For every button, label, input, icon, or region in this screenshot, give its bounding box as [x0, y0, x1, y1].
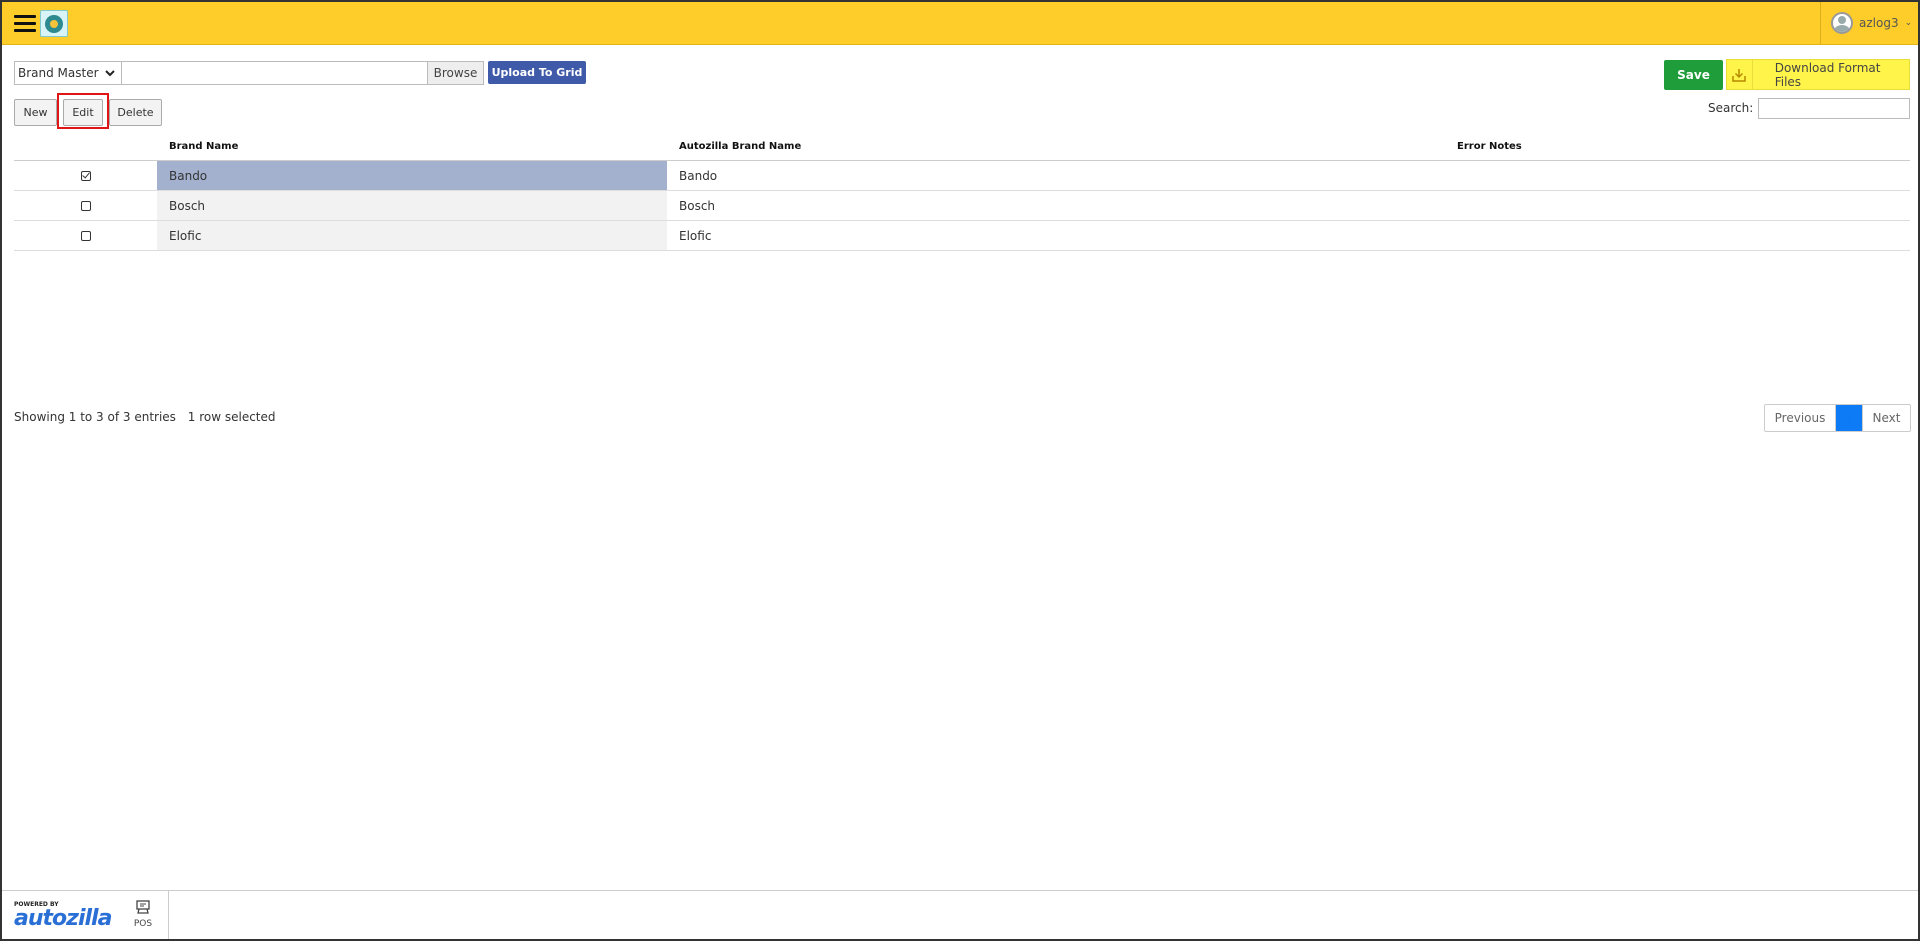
autozilla-brand-name-cell[interactable]: Elofic	[667, 221, 1445, 250]
table-row[interactable]: Bosch Bosch	[14, 191, 1910, 221]
search-input[interactable]	[1758, 98, 1910, 119]
row-select[interactable]	[14, 161, 157, 190]
chevron-down-icon	[105, 69, 115, 76]
error-notes-cell	[1445, 221, 1910, 250]
header-select	[14, 133, 157, 160]
app-frame: azlog3 ⌄ Brand Master Browse Upload To G…	[0, 0, 1920, 941]
bottom-divider	[168, 891, 169, 939]
autozilla-logo-text: autozilla	[14, 906, 112, 931]
new-button[interactable]: New	[14, 99, 57, 126]
autozilla-brand-name-cell[interactable]: Bosch	[667, 191, 1445, 220]
pos-nav-item[interactable]: POS	[128, 899, 158, 929]
header-autozilla-brand-name[interactable]: Autozilla Brand Name	[667, 133, 1445, 160]
bottom-bar: POWERED BY autozilla POS	[2, 890, 1918, 939]
checkbox[interactable]	[80, 200, 91, 211]
autozilla-brand-name-cell[interactable]: Bando	[667, 161, 1445, 190]
brand-name-cell[interactable]: Elofic	[157, 221, 667, 250]
download-format-files-button[interactable]: Download Format Files	[1726, 59, 1910, 90]
hamburger-icon[interactable]	[14, 15, 36, 33]
pagination: Previous 1 Next	[1764, 404, 1911, 432]
username: azlog3	[1859, 16, 1899, 30]
master-select[interactable]: Brand Master	[14, 61, 122, 85]
showing-entries-text: Showing 1 to 3 of 3 entries	[14, 410, 176, 424]
file-input[interactable]	[122, 61, 428, 85]
next-page-button[interactable]: Next	[1862, 405, 1910, 431]
checkbox[interactable]	[80, 230, 91, 241]
download-icon	[1727, 60, 1753, 89]
brand-name-cell[interactable]: Bando	[157, 161, 667, 190]
chevron-down-icon: ⌄	[1904, 18, 1913, 28]
top-bar: azlog3 ⌄	[2, 2, 1918, 45]
pos-register-icon	[136, 900, 150, 914]
search-label: Search:	[1708, 101, 1754, 115]
company-logo-icon	[40, 10, 68, 37]
powered-by-logo: POWERED BY autozilla	[14, 901, 112, 931]
save-button[interactable]: Save	[1664, 60, 1723, 90]
page-1-button[interactable]: 1	[1836, 405, 1862, 431]
master-select-value: Brand Master	[18, 66, 99, 80]
table-row[interactable]: Bando Bando	[14, 161, 1910, 191]
entries-info: Showing 1 to 3 of 3 entries 1 row select…	[14, 410, 276, 424]
header-brand-name[interactable]: Brand Name	[157, 133, 667, 160]
brand-name-cell[interactable]: Bosch	[157, 191, 667, 220]
grid-header: Brand Name Autozilla Brand Name Error No…	[14, 133, 1910, 161]
previous-page-button[interactable]: Previous	[1765, 405, 1836, 431]
rows-selected-text: 1 row selected	[187, 410, 276, 424]
browse-button[interactable]: Browse	[428, 61, 484, 85]
error-notes-cell	[1445, 191, 1910, 220]
error-notes-cell	[1445, 161, 1910, 190]
checkbox-checked[interactable]	[80, 170, 91, 181]
pos-label: POS	[133, 919, 153, 929]
row-select[interactable]	[14, 191, 157, 220]
upload-to-grid-button[interactable]: Upload To Grid	[488, 61, 586, 84]
header-error-notes[interactable]: Error Notes	[1445, 133, 1910, 160]
download-format-files-label: Download Format Files	[1774, 60, 1881, 89]
row-select[interactable]	[14, 221, 157, 250]
user-menu[interactable]: azlog3 ⌄	[1820, 2, 1918, 44]
delete-button[interactable]: Delete	[109, 99, 162, 126]
table-row[interactable]: Elofic Elofic	[14, 221, 1910, 251]
brand-grid: Brand Name Autozilla Brand Name Error No…	[14, 133, 1910, 251]
avatar-icon	[1831, 12, 1853, 34]
import-row: Brand Master Browse	[14, 61, 484, 85]
edit-button-highlight	[57, 93, 109, 129]
